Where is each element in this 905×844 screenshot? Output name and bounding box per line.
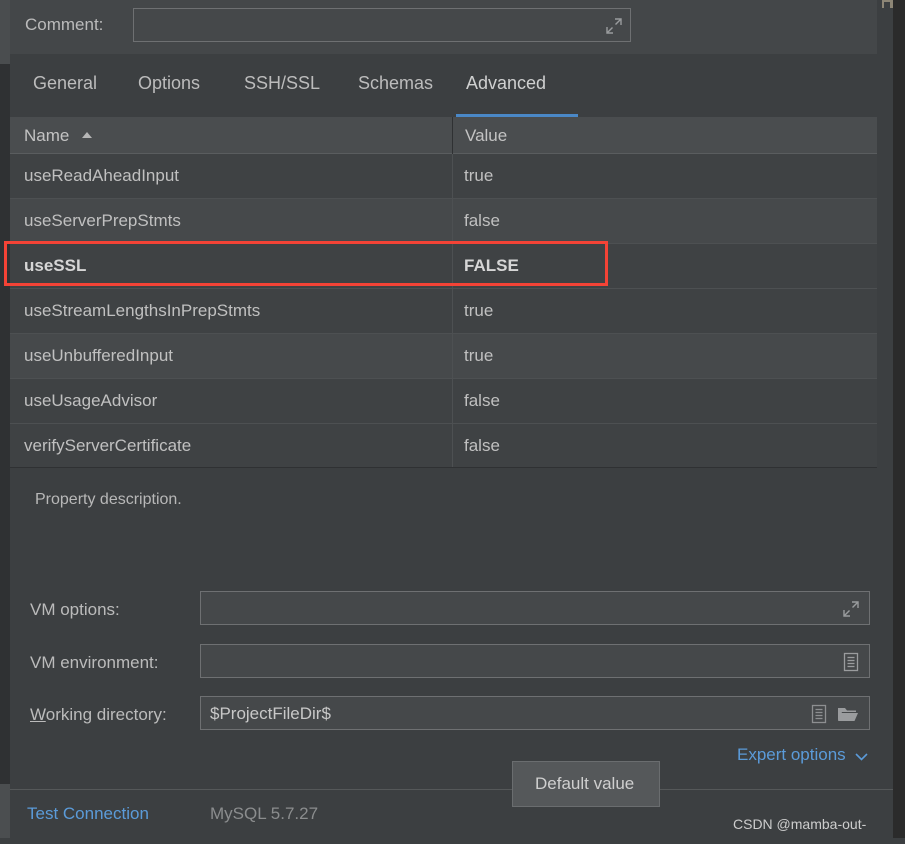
cell-name: useUnbufferedInput (24, 346, 174, 365)
working-directory-input[interactable]: $ProjectFileDir$ (200, 696, 870, 730)
cell-value: false (464, 436, 500, 455)
table-row-selected[interactable]: useSSL FALSE (10, 244, 877, 289)
test-connection-link[interactable]: Test Connection (27, 804, 149, 824)
cell-divider (452, 424, 453, 467)
column-header-value[interactable]: Value (465, 126, 507, 146)
cell-divider (452, 379, 453, 424)
comment-label: Comment: (25, 15, 104, 34)
working-directory-mnemonic: W (30, 705, 46, 724)
window-edge-bottom (0, 838, 905, 844)
tab-ssh-ssl[interactable]: SSH/SSL (244, 73, 320, 94)
csdn-watermark: CSDN @mamba-out- (733, 816, 867, 832)
cell-name: verifyServerCertificate (24, 436, 192, 455)
cell-name: useStreamLengthsInPrepStmts (24, 301, 261, 320)
table-row[interactable]: useServerPrepStmts false (10, 199, 877, 244)
table-row[interactable]: useUnbufferedInput true (10, 334, 877, 379)
properties-table: Name Value useReadAheadInput true useSer… (10, 117, 893, 467)
column-divider[interactable] (452, 117, 453, 154)
cell-value: true (464, 346, 494, 365)
tab-general[interactable]: General (33, 73, 97, 94)
cell-name: useSSL (24, 256, 87, 275)
cell-value: true (464, 166, 494, 185)
table-row[interactable]: verifyServerCertificate false (10, 424, 877, 467)
cell-name: useUsageAdvisor (24, 391, 158, 410)
cell-divider (452, 244, 453, 289)
default-value-tooltip: Default value (512, 761, 660, 807)
folder-icon[interactable] (837, 705, 859, 723)
vm-options-input[interactable] (200, 591, 870, 625)
cell-value: true (464, 301, 494, 320)
cell-value: false (464, 391, 500, 410)
column-header-name[interactable]: Name (24, 126, 69, 146)
working-directory-value: $ProjectFileDir$ (210, 704, 331, 723)
settings-tabs: General Options SSH/SSL Schemas Advanced (10, 54, 893, 117)
vm-environment-input[interactable] (200, 644, 870, 678)
window-top-fragment-inner (884, 2, 890, 8)
working-directory-label-rest: orking directory: (45, 705, 167, 724)
cell-value: FALSE (464, 256, 519, 275)
property-description-text: Property description. (35, 491, 182, 508)
cell-divider (452, 334, 453, 379)
database-version-label: MySQL 5.7.27 (210, 804, 319, 823)
table-header: Name Value (10, 117, 877, 154)
connection-settings-dialog: Comment: General Options SSH/SSL Schemas… (0, 0, 905, 844)
expert-options-link[interactable]: Expert options (737, 745, 846, 765)
cell-divider (452, 154, 453, 199)
document-list-icon[interactable] (811, 704, 827, 724)
comment-row: Comment: (10, 0, 893, 54)
cell-divider (452, 199, 453, 244)
window-edge-left-bottom (0, 784, 10, 844)
tab-advanced[interactable]: Advanced (466, 73, 546, 94)
expand-diagonal-icon[interactable] (604, 16, 624, 36)
cell-divider (452, 289, 453, 334)
table-row[interactable]: useReadAheadInput true (10, 154, 877, 199)
document-list-icon[interactable] (843, 652, 859, 672)
comment-input[interactable] (133, 8, 631, 42)
window-edge-left (0, 64, 10, 784)
cell-name: useReadAheadInput (24, 166, 180, 185)
dialog-panel: Comment: General Options SSH/SSL Schemas… (10, 0, 893, 844)
window-edge-left-top (0, 0, 10, 64)
tab-options[interactable]: Options (138, 73, 200, 94)
cell-value: false (464, 211, 500, 230)
vm-environment-label: VM environment: (30, 653, 159, 672)
table-row[interactable]: useUsageAdvisor false (10, 379, 877, 424)
tab-schemas[interactable]: Schemas (358, 73, 433, 94)
vm-options-label: VM options: (30, 600, 120, 619)
window-edge-right-mid (877, 22, 893, 778)
working-directory-label: Working directory: (30, 705, 167, 725)
sort-ascending-icon (82, 132, 92, 138)
table-row[interactable]: useStreamLengthsInPrepStmts true (10, 289, 877, 334)
chevron-down-icon[interactable] (855, 752, 868, 761)
window-edge-right (893, 0, 905, 844)
tooltip-text: Default value (535, 774, 635, 793)
property-description-area: Property description. (10, 467, 893, 586)
expand-diagonal-icon[interactable] (841, 599, 861, 619)
cell-name: useServerPrepStmts (24, 211, 181, 230)
